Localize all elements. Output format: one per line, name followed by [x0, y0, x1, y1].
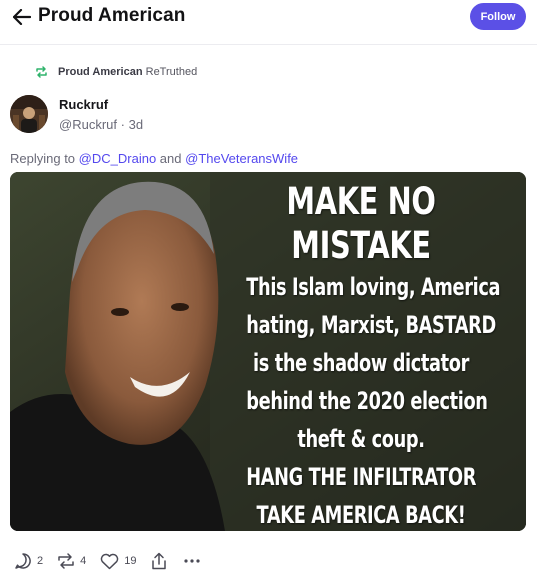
retruth-count: 4 — [80, 555, 87, 567]
heart-icon — [100, 553, 119, 569]
page-title: Proud American — [38, 5, 186, 26]
like-button[interactable]: 19 — [100, 553, 137, 570]
retruth-icon — [36, 66, 47, 78]
retruth-icon — [58, 553, 74, 569]
reply-button[interactable]: 2 — [14, 552, 43, 570]
meme-line: This Islam loving, America — [246, 273, 501, 301]
meme-line: MISTAKE — [291, 224, 431, 267]
share-icon — [151, 552, 166, 570]
meta-separator: · — [120, 117, 125, 132]
author-name[interactable]: Ruckruf — [59, 97, 108, 112]
author-meta: @Ruckruf · 3d — [59, 117, 143, 132]
follow-button[interactable]: Follow — [470, 3, 526, 30]
meme-line: is the shadow dictator — [252, 349, 470, 377]
mention-link[interactable]: @TheVeteransWife — [185, 151, 298, 166]
top-bar: Proud American Follow — [0, 0, 537, 45]
meme-line: MAKE NO — [286, 180, 436, 223]
meme-line: behind the 2020 election — [246, 387, 488, 415]
post-actions: 2 4 19 — [14, 549, 201, 573]
post-age[interactable]: 3d — [129, 117, 143, 132]
meme-line: TAKE AMERICA BACK! — [256, 501, 466, 529]
reply-count: 2 — [37, 555, 44, 567]
replying-conjunction: and — [159, 151, 182, 166]
more-options-button[interactable] — [183, 558, 201, 564]
retruth-button[interactable]: 4 — [57, 552, 86, 570]
replying-prefix: Replying to — [10, 151, 76, 166]
reply-icon — [15, 553, 31, 569]
mention-link[interactable]: @DC_Draino — [79, 151, 157, 166]
retruth-label: ReTruthed — [145, 66, 198, 78]
avatar[interactable] — [10, 95, 48, 133]
retruth-banner: Proud American ReTruthed — [35, 64, 197, 80]
post-image[interactable]: MAKE NO MISTAKE This Islam loving, Ameri… — [10, 172, 526, 531]
back-arrow-icon[interactable] — [10, 6, 34, 28]
replying-to: Replying to @DC_Draino and @TheVeteransW… — [10, 151, 298, 166]
author-handle[interactable]: @Ruckruf — [59, 117, 117, 132]
meme-caption: MAKE NO MISTAKE This Islam loving, Ameri… — [206, 180, 516, 531]
meme-line: hating, Marxist, BASTARD — [246, 311, 496, 339]
retruth-user[interactable]: Proud American — [58, 66, 143, 78]
more-icon — [183, 559, 200, 563]
meme-line: theft & coup. — [297, 425, 425, 453]
share-button[interactable] — [151, 552, 167, 570]
like-count: 19 — [124, 555, 137, 567]
meme-line: HANG THE INFILTRATOR — [246, 463, 477, 491]
